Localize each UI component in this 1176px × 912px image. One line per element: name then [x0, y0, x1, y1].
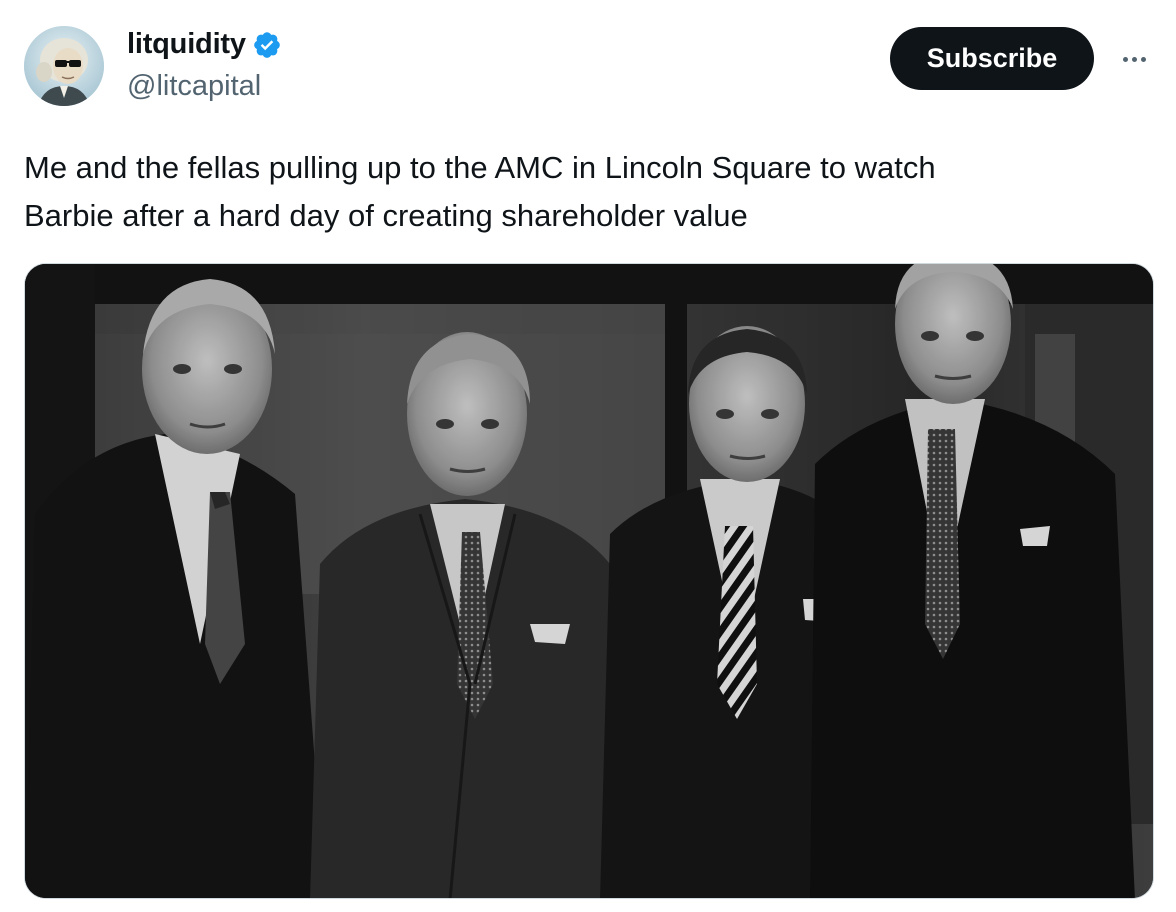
more-dot [1131, 56, 1137, 62]
author-handle[interactable]: @litcapital [127, 70, 261, 103]
avatar[interactable] [24, 26, 104, 106]
verified-badge-icon [252, 30, 282, 60]
author-name-row[interactable]: litquidity [127, 28, 282, 61]
more-horizontal-icon[interactable] [1116, 44, 1152, 74]
more-dot [1140, 56, 1146, 62]
tweet-photo[interactable] [24, 263, 1154, 899]
photo-four-men-in-suits [25, 264, 1153, 898]
avatar-image [24, 26, 104, 106]
tweet-card: litquidity @litcapital Subscribe Me and … [0, 0, 1176, 912]
display-name[interactable]: litquidity [127, 28, 246, 61]
more-dot [1122, 56, 1128, 62]
subscribe-button[interactable]: Subscribe [890, 27, 1094, 90]
tweet-text: Me and the fellas pulling up to the AMC … [24, 150, 936, 233]
